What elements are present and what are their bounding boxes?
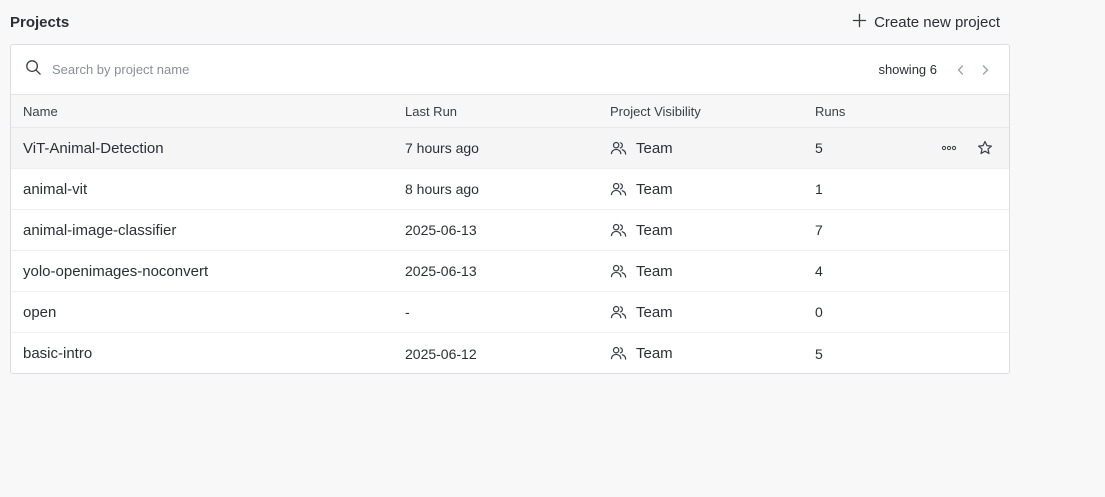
plus-icon: [852, 13, 867, 32]
column-header-visibility[interactable]: Project Visibility: [610, 104, 815, 119]
create-new-project-button[interactable]: Create new project: [846, 9, 1000, 36]
more-options-icon: [941, 145, 957, 151]
create-new-project-label: Create new project: [874, 13, 1000, 31]
table-row[interactable]: open - Team 0: [11, 292, 1009, 333]
project-name[interactable]: animal-image-classifier: [11, 222, 405, 239]
visibility-cell: Team: [610, 345, 815, 362]
table-row[interactable]: ViT-Animal-Detection 7 hours ago Team 5: [11, 128, 1009, 169]
runs-count: 1: [815, 181, 823, 197]
chevron-left-icon: [957, 64, 964, 75]
runs-count: 5: [815, 345, 823, 362]
project-name[interactable]: ViT-Animal-Detection: [11, 140, 405, 157]
last-run: -: [405, 304, 410, 320]
table-header: Name Last Run Project Visibility Runs: [11, 95, 1009, 128]
table-body: ViT-Animal-Detection 7 hours ago Team 5: [11, 128, 1009, 373]
visibility-cell: Team: [610, 181, 815, 198]
project-name[interactable]: open: [11, 304, 405, 321]
last-run: 7 hours ago: [405, 140, 479, 156]
star-button[interactable]: [975, 138, 995, 158]
projects-table-card: showing 6 Name Last Run Project Visibili…: [10, 44, 1010, 374]
table-row[interactable]: animal-vit 8 hours ago Team 1: [11, 169, 1009, 210]
runs-count: 4: [815, 263, 823, 279]
table-row[interactable]: basic-intro 2025-06-12 Team 5: [11, 333, 1009, 373]
search-input[interactable]: [52, 62, 452, 77]
visibility-cell: Team: [610, 222, 815, 239]
team-icon: [610, 264, 627, 278]
star-icon: [978, 140, 992, 155]
next-page-button[interactable]: [975, 60, 995, 80]
visibility-label: Team: [636, 303, 673, 321]
column-header-runs[interactable]: Runs: [815, 104, 915, 119]
search-icon: [25, 59, 42, 81]
projects-page: Projects Create new project showing 6: [0, 0, 1105, 497]
runs-count: 0: [815, 304, 823, 320]
visibility-cell: Team: [610, 140, 815, 157]
runs-count: 5: [815, 140, 823, 156]
visibility-cell: Team: [610, 304, 815, 321]
visibility-label: Team: [636, 180, 673, 198]
page-title: Projects: [10, 13, 70, 31]
project-name[interactable]: basic-intro: [11, 345, 405, 362]
visibility-label: Team: [636, 139, 673, 157]
row-actions: [915, 138, 1009, 158]
project-name[interactable]: animal-vit: [11, 181, 405, 198]
team-icon: [610, 182, 627, 196]
team-icon: [610, 346, 627, 360]
last-run: 2025-06-12: [405, 345, 477, 362]
visibility-label: Team: [636, 345, 673, 362]
table-toolbar: showing 6: [11, 45, 1009, 95]
table-row[interactable]: animal-image-classifier 2025-06-13 Team …: [11, 210, 1009, 251]
project-name[interactable]: yolo-openimages-noconvert: [11, 263, 405, 280]
team-icon: [610, 223, 627, 237]
more-options-button[interactable]: [939, 138, 959, 158]
visibility-label: Team: [636, 221, 673, 239]
table-row[interactable]: yolo-openimages-noconvert 2025-06-13 Tea…: [11, 251, 1009, 292]
team-icon: [610, 141, 627, 155]
last-run: 8 hours ago: [405, 181, 479, 197]
search-bar: [25, 45, 878, 94]
last-run: 2025-06-13: [405, 263, 477, 279]
column-header-name[interactable]: Name: [11, 104, 405, 119]
visibility-label: Team: [636, 262, 673, 280]
column-header-last-run[interactable]: Last Run: [405, 104, 610, 119]
pagination: [951, 60, 995, 80]
team-icon: [610, 305, 627, 319]
chevron-right-icon: [982, 64, 989, 75]
last-run: 2025-06-13: [405, 222, 477, 238]
runs-count: 7: [815, 222, 823, 238]
showing-count: showing 6: [878, 62, 937, 77]
previous-page-button[interactable]: [951, 60, 971, 80]
visibility-cell: Team: [610, 263, 815, 280]
projects-header: Projects Create new project: [10, 0, 1010, 44]
